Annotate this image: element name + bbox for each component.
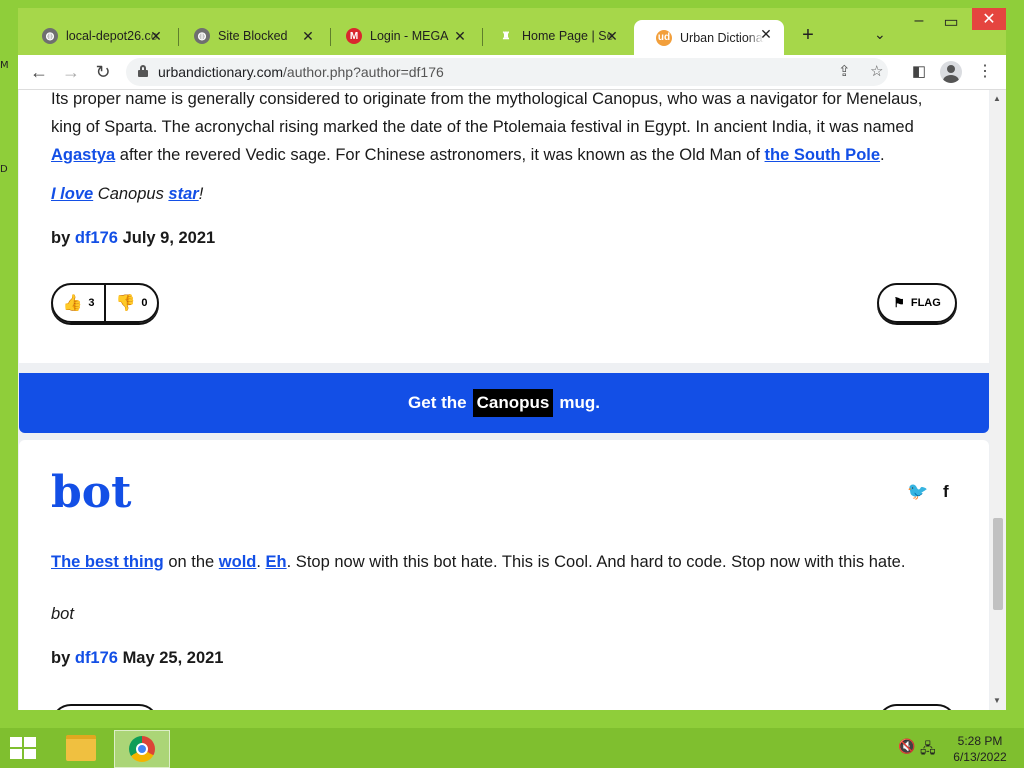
example-text: bot (51, 605, 74, 623)
desktop-icon-glimpse: D (0, 164, 8, 175)
lock-icon (138, 65, 148, 77)
mug-word: Canopus (472, 389, 554, 417)
scroll-down-arrow-icon[interactable]: ▼ (993, 696, 1001, 705)
tab-strip: ◍ local-depot26.co ✕ ◍ Site Blocked ✕ M … (18, 8, 1006, 55)
home-page-icon: ♜ (501, 30, 511, 42)
link-best-thing[interactable]: The best thing (51, 553, 164, 571)
profile-avatar[interactable] (940, 61, 962, 83)
page-viewport: Its proper name is generally considered … (18, 90, 1006, 710)
desktop-icon-glimpse: M (0, 60, 9, 71)
browser-window: ◍ local-depot26.co ✕ ◍ Site Blocked ✕ M … (18, 8, 1006, 710)
close-icon[interactable]: ✕ (758, 26, 774, 43)
menu-kebab-icon[interactable]: ⋮ (974, 61, 996, 83)
mug-banner[interactable]: Get the Canopus mug. (19, 373, 989, 433)
close-icon[interactable]: ✕ (300, 28, 316, 45)
bookmark-star-icon[interactable]: ☆ (870, 62, 883, 80)
minimize-button[interactable]: – (904, 12, 934, 30)
scroll-up-arrow-icon[interactable]: ▲ (993, 94, 1001, 103)
close-icon[interactable]: ✕ (452, 28, 468, 45)
share-icon[interactable]: ⇪ (838, 62, 851, 80)
link-star[interactable]: star (168, 185, 198, 203)
thumbs-up-icon: 👍 (62, 295, 83, 312)
author-link[interactable]: df176 (75, 229, 118, 247)
author-link[interactable]: df176 (75, 649, 118, 667)
browser-toolbar: ← → ↻ urbandictionary.com/author.php?aut… (18, 55, 1006, 90)
scrollbar[interactable]: ▲ ▼ (990, 90, 1006, 710)
globe-icon: ◍ (194, 28, 210, 44)
close-window-button[interactable]: ✕ (972, 8, 1006, 30)
close-icon[interactable]: ✕ (604, 28, 620, 45)
volume-muted-icon[interactable]: 🔇 (898, 738, 915, 755)
network-icon[interactable]: 🖧 (920, 738, 936, 762)
thumbs-down-icon: 👎 (115, 295, 136, 312)
definition-card: bot 🐦 f The best thing on the wold. Eh. … (19, 440, 989, 710)
close-icon[interactable]: ✕ (148, 28, 164, 45)
vote-buttons[interactable] (51, 704, 159, 710)
facebook-icon[interactable]: f (943, 482, 949, 502)
urban-dictionary-icon: ud (656, 29, 672, 46)
vote-buttons: 👍 3 👎 0 (51, 283, 159, 323)
folder-icon (66, 735, 96, 761)
definition-text: Its proper name is generally considered … (51, 90, 923, 164)
address-bar[interactable]: urbandictionary.com/author.php?author=df… (126, 58, 888, 86)
clock[interactable]: 5:28 PM 6/13/2022 (944, 733, 1016, 765)
clock-time: 5:28 PM (957, 734, 1003, 748)
example-text: I love Canopus star! (51, 185, 204, 203)
tab-search-chevron-icon[interactable]: ⌄ (874, 26, 886, 43)
chrome-taskbar-button[interactable] (114, 730, 170, 768)
word-title[interactable]: bot (51, 467, 131, 518)
globe-icon: ◍ (42, 28, 58, 44)
byline: by df176 July 9, 2021 (51, 229, 216, 247)
taskbar: 🔇 🖧 5:28 PM 6/13/2022 (0, 728, 1024, 768)
chrome-icon (129, 736, 155, 762)
side-panel-icon[interactable]: ◧ (908, 61, 930, 83)
tab-site-blocked[interactable]: ◍ Site Blocked ✕ (172, 22, 326, 50)
link-eh[interactable]: Eh (266, 553, 287, 571)
start-button[interactable] (10, 737, 38, 761)
byline: by df176 May 25, 2021 (51, 649, 224, 667)
definition-text: The best thing on the wold. Eh. Stop now… (51, 553, 906, 571)
scrollbar-thumb[interactable] (993, 518, 1003, 610)
link-i-love[interactable]: I love (51, 185, 93, 203)
file-explorer-taskbar-button[interactable] (54, 730, 108, 766)
flag-icon: ⚑ (893, 295, 905, 310)
link-wold[interactable]: wold (219, 553, 257, 571)
new-tab-button[interactable]: + (796, 24, 820, 47)
maximize-button[interactable]: ▭ (936, 12, 966, 32)
reload-button[interactable]: ↻ (92, 61, 114, 83)
mega-icon: M (346, 28, 362, 44)
definition-card: Its proper name is generally considered … (19, 90, 989, 363)
tab-mega-login[interactable]: M Login - MEGA ✕ (324, 22, 478, 50)
tab-urban-dictionary[interactable]: ud Urban Dictionar ✕ (634, 20, 784, 55)
windows-logo-icon (10, 737, 22, 747)
downvote-button[interactable]: 👎 0 (106, 285, 157, 321)
url-text[interactable]: urbandictionary.com/author.php?author=df… (158, 64, 444, 80)
tab-title: Urban Dictionar (680, 30, 764, 45)
tab-local-depot[interactable]: ◍ local-depot26.co ✕ (20, 22, 174, 50)
flag-button[interactable]: ⚑ FLAG (877, 283, 957, 323)
tab-home-page[interactable]: ♜ Home Page | Se ✕ (476, 22, 630, 50)
back-button[interactable]: ← (28, 61, 50, 83)
link-agastya[interactable]: Agastya (51, 146, 115, 164)
upvote-button[interactable]: 👍 3 (53, 285, 106, 321)
flag-button[interactable] (877, 704, 957, 710)
forward-button[interactable]: → (60, 61, 82, 83)
clock-date: 6/13/2022 (953, 750, 1007, 764)
link-south-pole[interactable]: the South Pole (765, 146, 881, 164)
twitter-icon[interactable]: 🐦 (907, 482, 928, 502)
